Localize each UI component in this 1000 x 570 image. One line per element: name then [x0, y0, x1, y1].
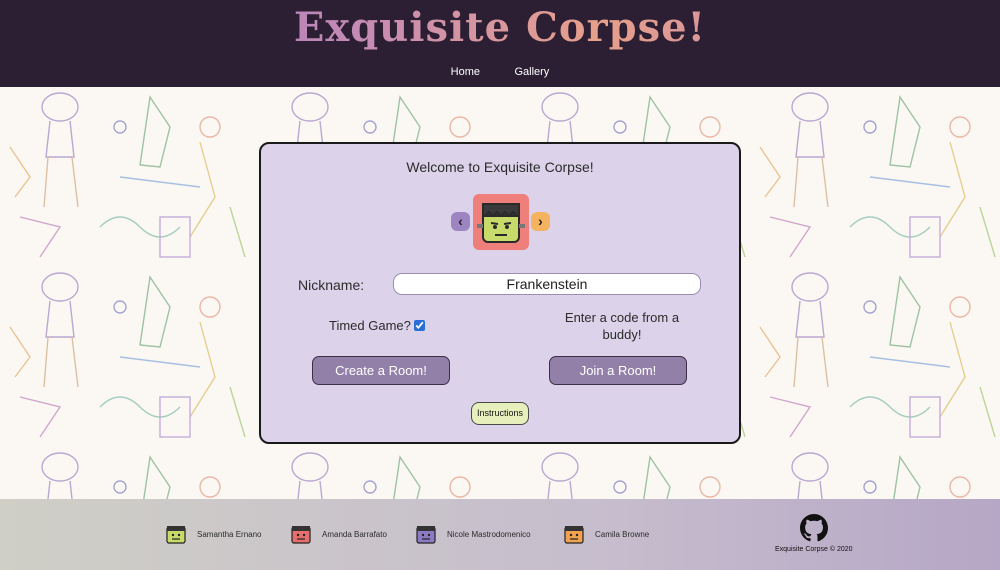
team-member-name: Samantha Ernano [197, 529, 262, 539]
code-prompt: Enter a code from a buddy! [564, 310, 680, 342]
frankenstein-face-icon [477, 203, 525, 243]
site-header: Exquisite Corpse! Home Gallery [0, 0, 1000, 87]
instructions-button[interactable]: Instructions [471, 402, 529, 425]
site-footer: Samantha Ernano Amanda Barrafato Nicole … [0, 499, 1000, 570]
chevron-left-icon: ‹ [458, 213, 463, 229]
site-title: Exquisite Corpse! [0, 4, 1000, 51]
team-member: Camila Browne [563, 523, 649, 545]
orange-monster-face-icon [564, 526, 584, 544]
nav-gallery-link[interactable]: Gallery [514, 66, 549, 78]
copyright-text: Exquisite Corpse © 2020 [775, 546, 853, 553]
prev-avatar-button[interactable]: ‹ [451, 212, 470, 231]
avatar-preview [473, 194, 529, 250]
green-monster-face-icon [166, 526, 186, 544]
timed-game-row: Timed Game? [329, 318, 425, 333]
timed-game-label: Timed Game? [329, 318, 411, 333]
github-icon[interactable] [800, 514, 828, 542]
team-member: Amanda Barrafato [290, 523, 387, 545]
main-nav: Home Gallery [0, 62, 1000, 80]
chevron-right-icon: › [538, 213, 543, 229]
team-member-name: Amanda Barrafato [322, 529, 387, 539]
red-monster-face-icon [291, 526, 311, 544]
team-member: Nicole Mastrodomenico [415, 523, 531, 545]
welcome-heading: Welcome to Exquisite Corpse! [406, 159, 594, 175]
lobby-card: Welcome to Exquisite Corpse! ‹ › Nicknam… [259, 142, 741, 444]
next-avatar-button[interactable]: › [531, 212, 550, 231]
team-member-name: Camila Browne [595, 529, 650, 539]
nav-home-link[interactable]: Home [451, 66, 480, 78]
nickname-input[interactable] [393, 273, 701, 295]
timed-game-checkbox[interactable] [413, 320, 425, 331]
purple-monster-face-icon [416, 526, 436, 544]
create-room-button[interactable]: Create a Room! [312, 356, 450, 385]
team-member: Samantha Ernano [165, 523, 262, 545]
join-room-button[interactable]: Join a Room! [549, 356, 687, 385]
nickname-label: Nickname: [298, 277, 365, 293]
team-member-name: Nicole Mastrodomenico [447, 529, 531, 539]
